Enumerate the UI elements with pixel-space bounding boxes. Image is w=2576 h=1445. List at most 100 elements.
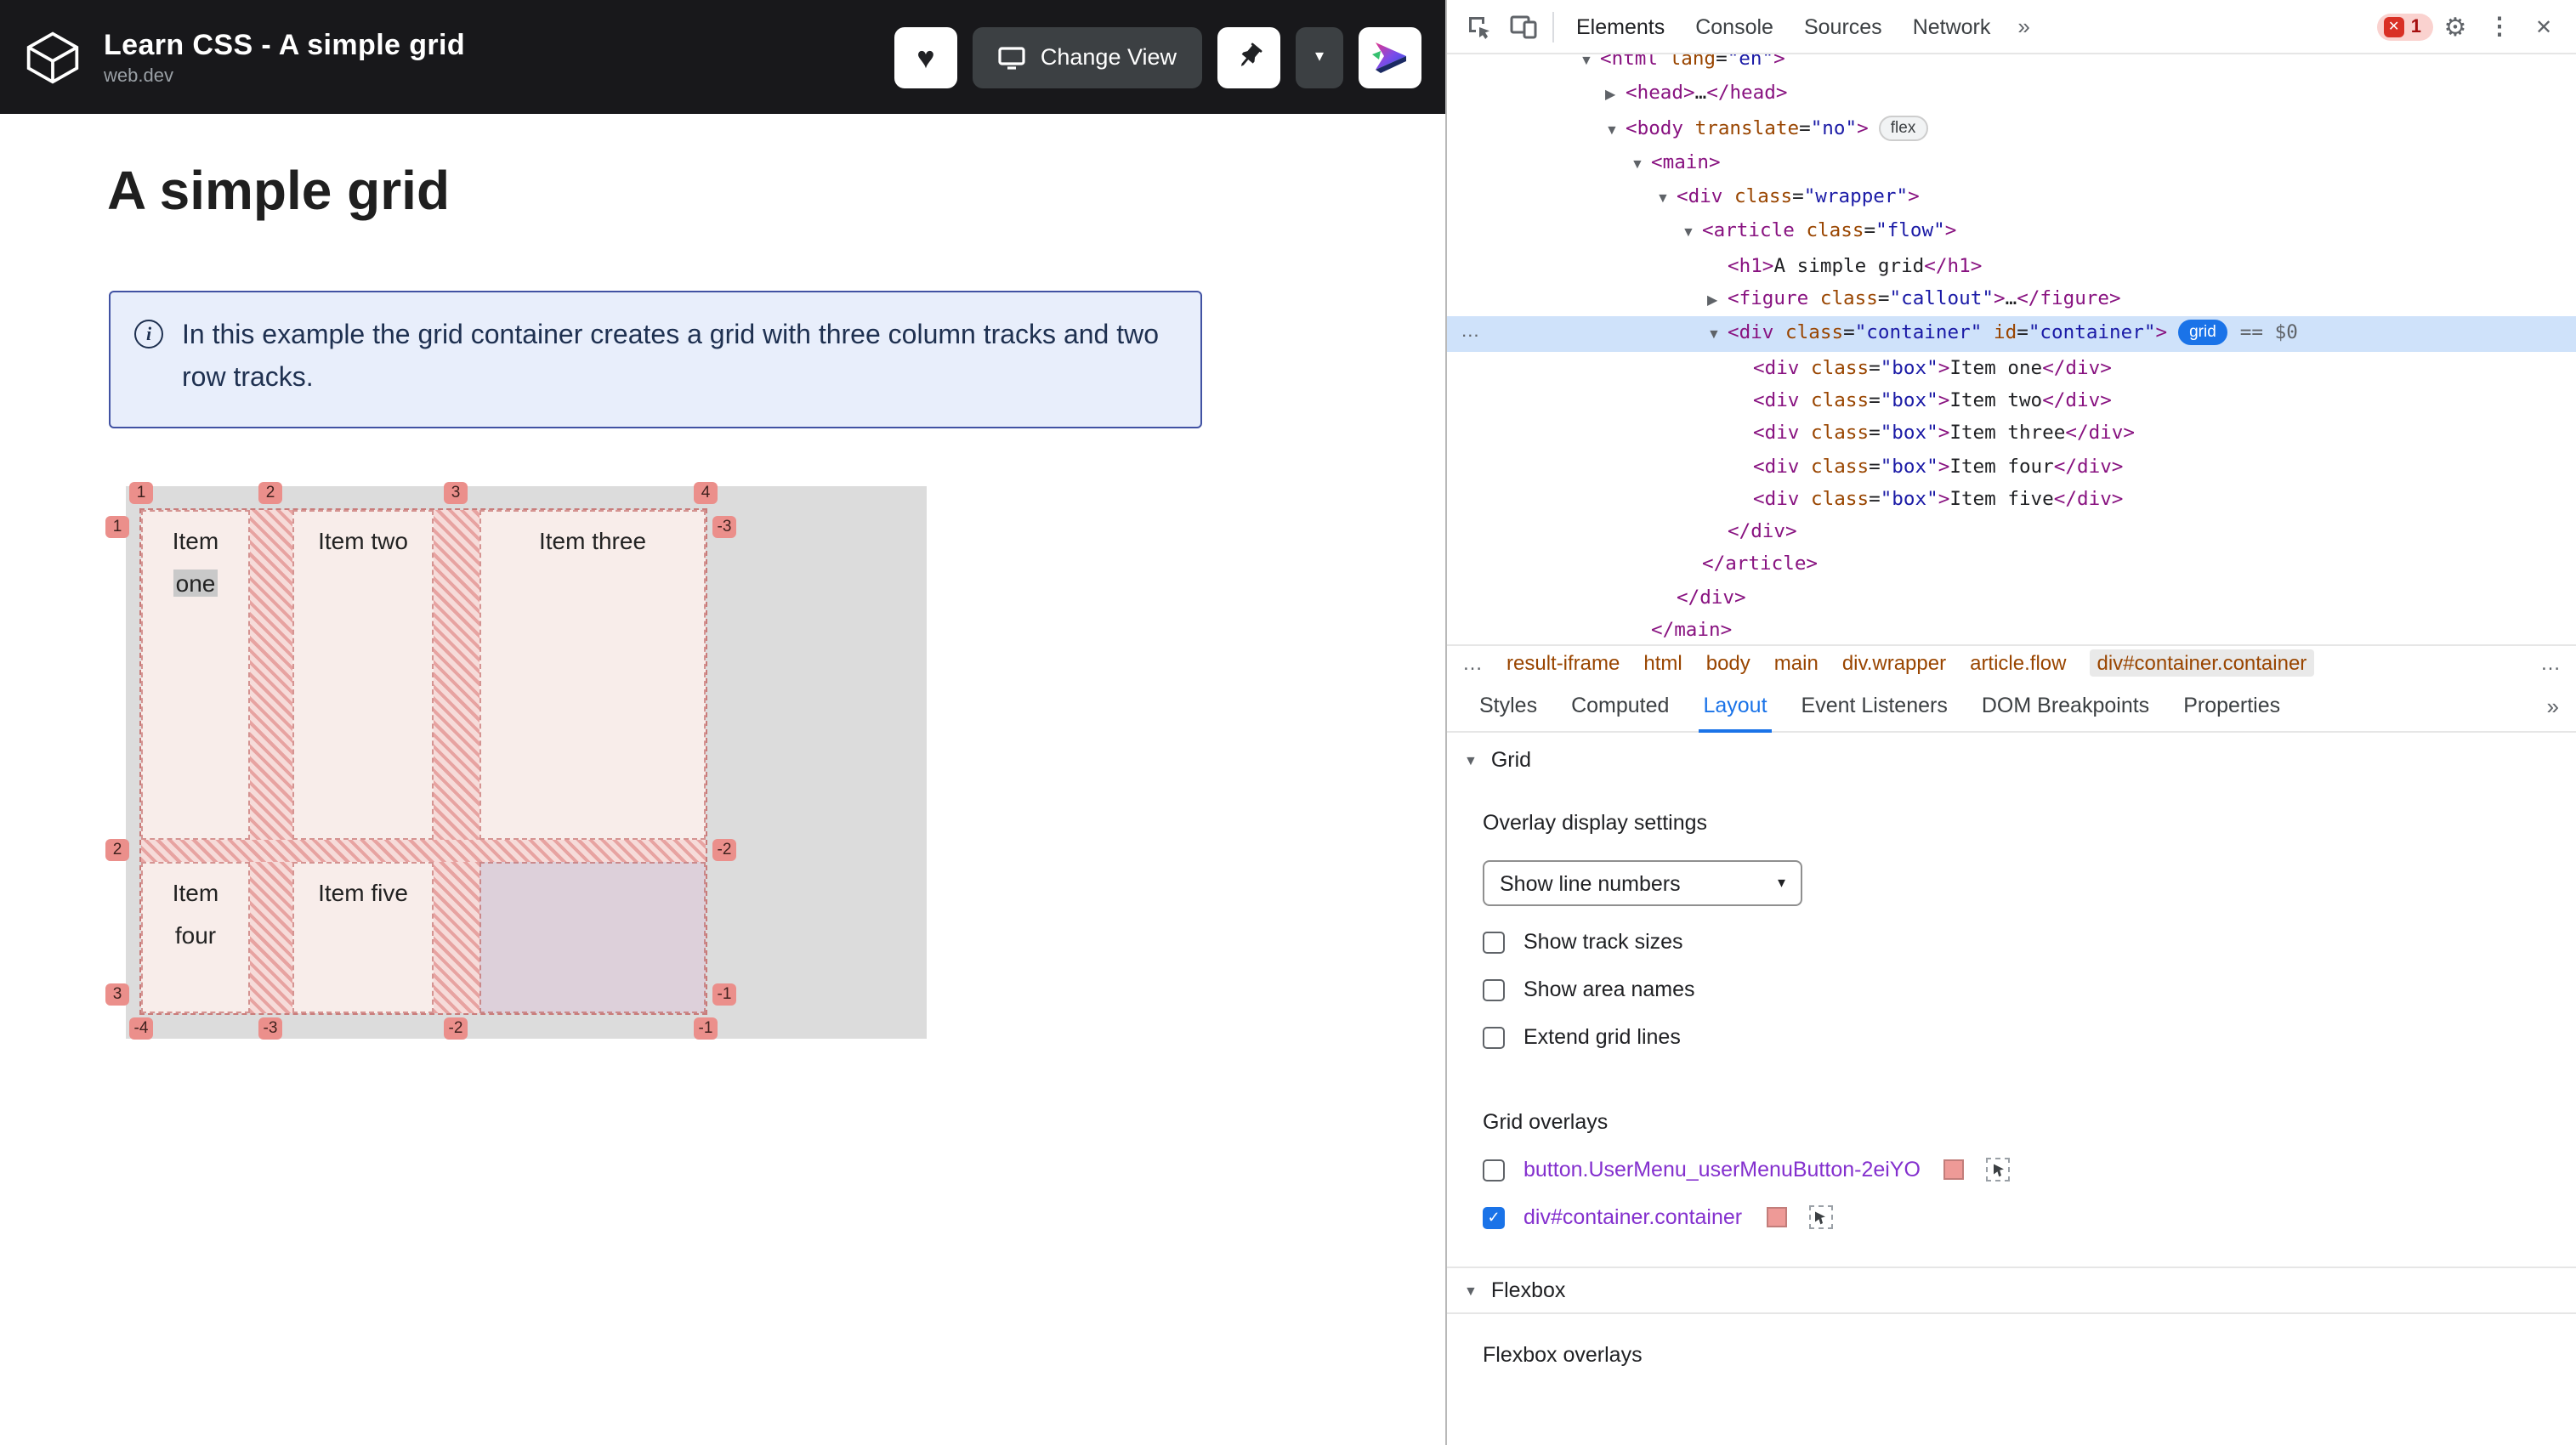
grid-line-number-badge: -2 [444, 1017, 468, 1040]
flex-badge[interactable]: flex [1878, 115, 1928, 141]
tree-row[interactable]: <div class="box">Item four</div> [1447, 450, 2576, 483]
expand-arrow-icon[interactable]: ▼ [1580, 54, 1600, 77]
tree-row[interactable]: ▼ <div class="wrapper"> [1447, 180, 2576, 215]
overlay-element-label[interactable]: div#container.container [1523, 1205, 1742, 1229]
grid-overlay-row[interactable]: ✓ div#container.container [1483, 1205, 2576, 1229]
device-toolbar-button[interactable] [1501, 4, 1546, 48]
change-view-button[interactable]: Change View [972, 26, 1202, 88]
breadcrumb-item[interactable]: div.wrapper [1842, 651, 1946, 675]
option-label: Show area names [1523, 978, 1695, 1001]
tab-properties[interactable]: Properties [2168, 679, 2295, 732]
row-menu-icon[interactable]: … [1461, 317, 1480, 350]
tab-console[interactable]: Console [1680, 0, 1789, 54]
layout-option[interactable]: Extend grid lines [1483, 1025, 2576, 1049]
layout-option[interactable]: Show track sizes [1483, 930, 2576, 954]
checkbox[interactable] [1483, 1159, 1505, 1181]
checkbox[interactable] [1483, 1026, 1505, 1048]
overlay-color-swatch[interactable] [1766, 1207, 1787, 1227]
code-token: <div [1753, 487, 1812, 510]
breadcrumb-more[interactable]: … [2540, 651, 2561, 675]
breadcrumb-item[interactable]: body [1706, 651, 1750, 675]
tree-row[interactable]: </article> [1447, 548, 2576, 581]
code-token: … [2005, 287, 2017, 310]
breadcrumb-item[interactable]: div#container.container [2090, 649, 2314, 677]
expand-arrow-icon[interactable]: ▼ [1656, 182, 1677, 215]
pin-button[interactable] [1217, 26, 1280, 88]
flexbox-section-header[interactable]: ▼ Flexbox [1447, 1266, 2576, 1314]
tree-row[interactable]: … ▼ <div class="container" id="container">… [1447, 316, 2576, 352]
code-token: </div> [1728, 520, 1797, 543]
screen: Learn CSS - A simple grid web.dev ♥ Chan… [0, 0, 2576, 1445]
tab-elements[interactable]: Elements [1561, 0, 1680, 54]
error-badge[interactable]: ✕ 1 [2376, 13, 2433, 40]
tree-row[interactable]: ▼ <html lang="en"> [1447, 54, 2576, 77]
settings-button[interactable]: ⚙ [2433, 4, 2477, 48]
code-token: > [1993, 287, 2006, 310]
grid-overlay-row[interactable]: button.UserMenu_userMenuButton-2eiYO [1483, 1158, 2576, 1182]
breadcrumb-overflow[interactable]: … [1462, 651, 1483, 675]
expand-arrow-icon[interactable]: ▼ [1605, 113, 1626, 146]
breadcrumb-item[interactable]: main [1774, 651, 1819, 675]
checkbox[interactable]: ✓ [1483, 1206, 1505, 1228]
show-element-icon[interactable] [1986, 1158, 2011, 1182]
tab-network[interactable]: Network [1898, 0, 2006, 54]
more-panel-tabs-button[interactable]: » [2547, 693, 2559, 718]
expand-arrow-icon[interactable]: ▼ [1707, 319, 1728, 352]
breadcrumb-item[interactable]: result-iframe [1506, 651, 1620, 675]
tree-row[interactable]: ▶ <figure class="callout">…</figure> [1447, 282, 2576, 317]
select-arrow-icon: ▾ [1777, 874, 1785, 891]
tree-row[interactable]: <h1>A simple grid</h1> [1447, 250, 2576, 283]
layout-option[interactable]: Show area names [1483, 978, 2576, 1001]
overlay-color-swatch[interactable] [1943, 1159, 1965, 1180]
checkbox[interactable] [1483, 931, 1505, 953]
tab-sources[interactable]: Sources [1789, 0, 1898, 54]
heart-icon: ♥ [916, 40, 935, 74]
tab-event-listeners[interactable]: Event Listeners [1786, 679, 1963, 732]
tab-styles[interactable]: Styles [1464, 679, 1552, 732]
expand-arrow-icon[interactable]: ▼ [1631, 148, 1651, 181]
glitch-button[interactable] [1359, 26, 1421, 88]
close-devtools-button[interactable]: ✕ [2522, 4, 2566, 48]
devtools-menu-button[interactable]: ⋮ [2477, 4, 2522, 48]
tree-row[interactable]: ▶ <head>…</head> [1447, 77, 2576, 112]
grid-item: Item three [479, 510, 706, 840]
tree-row[interactable]: ▼ <body translate="no"> flex [1447, 111, 2576, 146]
tree-row[interactable]: ▼ <main> [1447, 146, 2576, 181]
tree-row[interactable]: </div> [1447, 515, 2576, 548]
favorite-button[interactable]: ♥ [894, 26, 957, 88]
layout-pane: ▼ Grid Overlay display settings Show lin… [1447, 733, 2576, 1367]
grid-item-label: Item five [318, 879, 408, 906]
more-tabs-button[interactable]: » [2006, 14, 2041, 39]
overlay-options: Show track sizes Show area names Extend gr… [1447, 930, 2576, 1049]
tab-computed[interactable]: Computed [1556, 679, 1684, 732]
grid-overlay: Item one Item two Item three Item four Item … [139, 508, 707, 1015]
tree-row[interactable]: <div class="box">Item three</div> [1447, 417, 2576, 450]
code-token: = [1843, 321, 1855, 344]
expand-button[interactable]: ▾ [1296, 26, 1343, 88]
expand-arrow-icon[interactable]: ▼ [1682, 217, 1702, 250]
info-icon: i [134, 320, 163, 348]
breadcrumb-item[interactable]: html [1643, 651, 1682, 675]
collapse-arrow-icon[interactable]: ▶ [1707, 284, 1728, 317]
tree-row[interactable]: ▼ <article class="flow"> [1447, 215, 2576, 250]
collapse-arrow-icon[interactable]: ▶ [1605, 79, 1626, 112]
grid-badge[interactable]: grid [2177, 320, 2228, 346]
grid-section-header[interactable]: ▼ Grid [1447, 733, 2576, 782]
code-token: > [1938, 388, 1950, 411]
tree-row[interactable]: <div class="box">Item five</div> [1447, 483, 2576, 516]
tree-row[interactable]: <div class="box">Item one</div> [1447, 351, 2576, 384]
tree-row[interactable]: </main> [1447, 614, 2576, 644]
overlay-element-label[interactable]: button.UserMenu_userMenuButton-2eiYO [1523, 1158, 1921, 1182]
line-numbers-select[interactable]: Show line numbers ▾ [1483, 860, 1802, 906]
tab-dom-breakpoints[interactable]: DOM Breakpoints [1966, 679, 2165, 732]
breadcrumb-item[interactable]: article.flow [1970, 651, 2066, 675]
show-element-icon[interactable] [1808, 1205, 1833, 1229]
tab-layout[interactable]: Layout [1688, 679, 1782, 732]
checkbox[interactable] [1483, 978, 1505, 1000]
flexbox-section-label: Flexbox [1490, 1278, 1566, 1302]
tree-row[interactable]: </div> [1447, 581, 2576, 615]
console-reference: == $0 [2239, 321, 2298, 344]
inspect-element-button[interactable] [1457, 4, 1501, 48]
tree-row[interactable]: <div class="box">Item two</div> [1447, 384, 2576, 417]
